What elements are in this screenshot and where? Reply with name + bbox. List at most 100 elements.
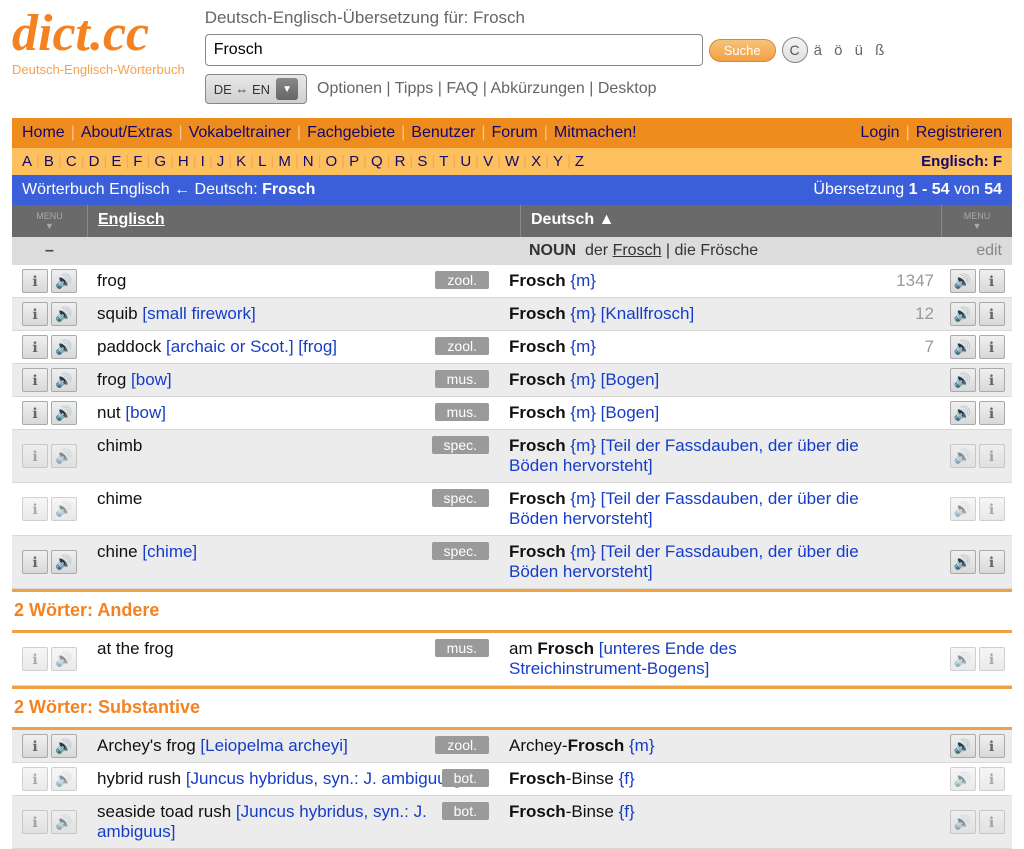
logo[interactable]: dict.cc (12, 8, 185, 60)
deutsch-cell[interactable]: Frosch {m} (499, 331, 882, 363)
sound-icon[interactable]: 🔊 (950, 767, 976, 791)
alpha-link[interactable]: B (44, 153, 54, 170)
alpha-link[interactable]: N (303, 153, 314, 170)
nav-link[interactable]: Home (22, 124, 65, 142)
english-cell[interactable]: Archey's frog [Leiopelma archeyi]zool. (87, 730, 499, 762)
info-icon[interactable]: ℹ (979, 269, 1005, 293)
alpha-link[interactable]: P (349, 153, 359, 170)
english-cell[interactable]: hybrid rush [Juncus hybridus, syn.: J. a… (87, 763, 499, 795)
info-icon[interactable]: ℹ (979, 401, 1005, 425)
english-cell[interactable]: seaside toad rush [Juncus hybridus, syn.… (87, 796, 499, 848)
info-icon[interactable]: ℹ (979, 335, 1005, 359)
alpha-link[interactable]: K (236, 153, 246, 170)
sound-icon[interactable]: 🔊 (950, 269, 976, 293)
subject-tag[interactable]: zool. (435, 337, 489, 355)
deutsch-cell[interactable]: Frosch {m} [Teil der Fassdauben, der übe… (499, 483, 882, 535)
sound-icon[interactable]: 🔊 (51, 444, 77, 468)
alpha-link[interactable]: Q (371, 153, 383, 170)
deutsch-cell[interactable]: Frosch {m} [Knallfrosch] (499, 298, 882, 330)
deutsch-cell[interactable]: am Frosch [unteres Ende des Streichinstr… (499, 633, 882, 685)
english-cell[interactable]: chimespec. (87, 483, 499, 535)
sound-icon[interactable]: 🔊 (950, 302, 976, 326)
nav-link[interactable]: About/Extras (81, 124, 173, 142)
deutsch-cell[interactable]: Frosch {m} [Bogen] (499, 364, 882, 396)
alpha-link[interactable]: R (395, 153, 406, 170)
alpha-link[interactable]: Y (553, 153, 563, 170)
subject-tag[interactable]: bot. (442, 802, 489, 820)
nav-link[interactable]: Login (860, 124, 899, 141)
search-input[interactable] (205, 34, 703, 66)
info-icon[interactable]: ℹ (979, 767, 1005, 791)
info-icon[interactable]: ℹ (22, 497, 48, 521)
sound-icon[interactable]: 🔊 (51, 810, 77, 834)
deutsch-cell[interactable]: Archey-Frosch {m} (499, 730, 882, 762)
info-icon[interactable]: ℹ (979, 647, 1005, 671)
sound-icon[interactable]: 🔊 (51, 497, 77, 521)
alpha-link[interactable]: X (531, 153, 541, 170)
info-icon[interactable]: ℹ (979, 810, 1005, 834)
alpha-link[interactable]: S (417, 153, 427, 170)
info-icon[interactable]: ℹ (22, 734, 48, 758)
alpha-link[interactable]: D (89, 153, 100, 170)
umlaut-buttons[interactable]: ä ö ü ß (814, 42, 889, 59)
opt-link[interactable]: Desktop (598, 80, 657, 97)
nav-link[interactable]: Mitmachen! (554, 124, 637, 142)
sound-icon[interactable]: 🔊 (950, 444, 976, 468)
alpha-link[interactable]: G (154, 153, 166, 170)
sound-icon[interactable]: 🔊 (950, 401, 976, 425)
opt-link[interactable]: Optionen (317, 80, 382, 97)
info-icon[interactable]: ℹ (22, 444, 48, 468)
info-icon[interactable]: ℹ (22, 647, 48, 671)
sound-icon[interactable]: 🔊 (51, 302, 77, 326)
nav-link[interactable]: Fachgebiete (307, 124, 395, 142)
info-icon[interactable]: ℹ (979, 497, 1005, 521)
nav-link[interactable]: Registrieren (916, 124, 1002, 141)
language-selector[interactable]: DE ⇔ EN ▼ (205, 74, 307, 104)
chevron-down-icon[interactable]: ▼ (276, 78, 298, 100)
english-cell[interactable]: paddock [archaic or Scot.] [frog]zool. (87, 331, 499, 363)
col-english[interactable]: Englisch (98, 211, 165, 228)
alpha-link[interactable]: O (325, 153, 337, 170)
sound-icon[interactable]: 🔊 (51, 335, 77, 359)
sound-icon[interactable]: 🔊 (51, 734, 77, 758)
alpha-link[interactable]: V (483, 153, 493, 170)
english-cell[interactable]: chine [chime]spec. (87, 536, 499, 588)
sound-icon[interactable]: 🔊 (51, 368, 77, 392)
edit-link[interactable]: edit (922, 237, 1012, 265)
opt-link[interactable]: Tipps (395, 80, 434, 97)
sound-icon[interactable]: 🔊 (950, 497, 976, 521)
sound-icon[interactable]: 🔊 (950, 335, 976, 359)
deutsch-cell[interactable]: Frosch {m} [Teil der Fassdauben, der übe… (499, 536, 882, 588)
sound-icon[interactable]: 🔊 (51, 269, 77, 293)
english-cell[interactable]: at the frogmus. (87, 633, 499, 685)
alpha-link[interactable]: I (201, 153, 205, 170)
opt-link[interactable]: FAQ (446, 80, 478, 97)
info-icon[interactable]: ℹ (979, 368, 1005, 392)
sound-icon[interactable]: 🔊 (51, 401, 77, 425)
nav-link[interactable]: Forum (491, 124, 537, 142)
alpha-link[interactable]: J (217, 153, 225, 170)
alpha-link[interactable]: L (258, 153, 266, 170)
english-cell[interactable]: chimbspec. (87, 430, 499, 482)
sound-icon[interactable]: 🔊 (950, 550, 976, 574)
english-cell[interactable]: squib [small firework] (87, 298, 499, 330)
subject-tag[interactable]: mus. (435, 639, 489, 657)
nav-link[interactable]: Benutzer (411, 124, 475, 142)
subject-tag[interactable]: mus. (435, 370, 489, 388)
alpha-link[interactable]: U (460, 153, 471, 170)
alpha-link[interactable]: E (111, 153, 121, 170)
english-cell[interactable]: frog [bow]mus. (87, 364, 499, 396)
info-icon[interactable]: ℹ (979, 302, 1005, 326)
subject-tag[interactable]: zool. (435, 736, 489, 754)
subject-tag[interactable]: spec. (432, 542, 489, 560)
alpha-link[interactable]: A (22, 153, 32, 170)
info-icon[interactable]: ℹ (22, 810, 48, 834)
sound-icon[interactable]: 🔊 (950, 647, 976, 671)
english-cell[interactable]: frogzool. (87, 265, 499, 297)
sound-icon[interactable]: 🔊 (51, 550, 77, 574)
info-icon[interactable]: ℹ (22, 401, 48, 425)
menu-left-icon[interactable]: MENU▼ (12, 205, 87, 237)
alpha-link[interactable]: W (505, 153, 519, 170)
info-icon[interactable]: ℹ (979, 444, 1005, 468)
menu-right-icon[interactable]: MENU▼ (941, 205, 1012, 237)
